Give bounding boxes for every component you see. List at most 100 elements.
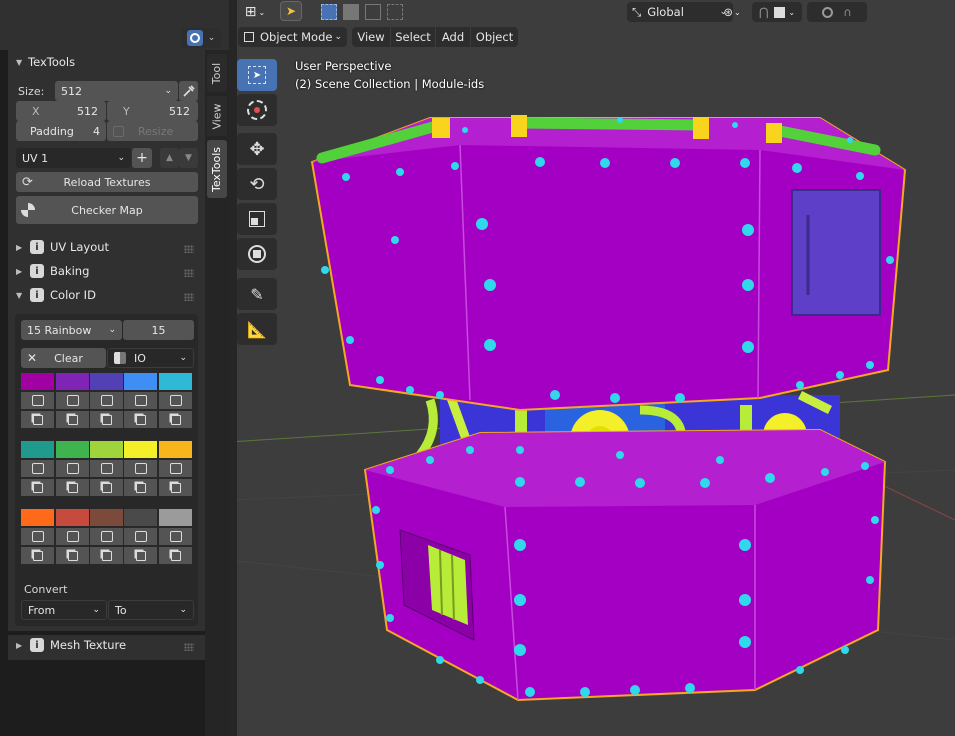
assign-color-button[interactable] xyxy=(90,528,123,545)
resize-button[interactable]: Resize xyxy=(107,121,198,141)
convert-to-dropdown[interactable]: To ⌄ xyxy=(108,600,194,620)
assign-color-button[interactable] xyxy=(21,528,54,545)
color-id-box: 15 Rainbow ⌄ 15 ✕ Clear IO ⌄ Convert Fro… xyxy=(15,314,198,626)
color-swatch[interactable] xyxy=(124,509,157,526)
color-swatch[interactable] xyxy=(56,373,89,390)
assign-color-button[interactable] xyxy=(124,392,157,409)
select-by-color-button[interactable] xyxy=(159,411,192,428)
palette-dropdown[interactable]: 15 Rainbow ⌄ xyxy=(21,320,122,340)
assign-color-button[interactable] xyxy=(159,460,192,477)
color-swatch[interactable] xyxy=(159,441,192,458)
eyedropper-button[interactable] xyxy=(179,81,198,101)
assign-color-button[interactable] xyxy=(56,528,89,545)
menu-view[interactable]: View xyxy=(352,27,390,47)
select-by-color-button[interactable] xyxy=(90,411,123,428)
tool-select-box[interactable]: ➤ xyxy=(237,59,277,91)
select-by-color-button[interactable] xyxy=(159,547,192,564)
select-by-color-button[interactable] xyxy=(56,547,89,564)
assign-color-button[interactable] xyxy=(56,392,89,409)
color-id-panel-header[interactable]: ▼ i Color ID xyxy=(16,287,200,303)
tool-rotate[interactable]: ⟲ xyxy=(237,168,277,200)
color-swatch[interactable] xyxy=(56,509,89,526)
add-uv-button[interactable]: + xyxy=(132,148,152,168)
color-swatch[interactable] xyxy=(90,509,123,526)
uv-layout-panel-header[interactable]: ▶ i UV Layout xyxy=(16,239,200,255)
menu-select[interactable]: Select xyxy=(391,27,435,47)
texttools-panel-header[interactable]: ▼ TexTools xyxy=(16,55,196,69)
select-tool-button[interactable]: ➤ xyxy=(280,1,302,21)
color-swatch[interactable] xyxy=(124,373,157,390)
drag-grip-icon[interactable] xyxy=(184,245,194,253)
select-by-color-button[interactable] xyxy=(124,411,157,428)
select-by-color-button[interactable] xyxy=(90,479,123,496)
y-value: 512 xyxy=(169,104,190,118)
uv-map-dropdown[interactable]: UV 1 ⌄ xyxy=(16,148,131,168)
mesh-texture-panel-header[interactable]: ▶ i Mesh Texture xyxy=(16,637,200,653)
chevron-down-icon: ⌄ xyxy=(788,7,796,17)
plus-icon: + xyxy=(136,150,148,166)
color-swatch[interactable] xyxy=(21,441,54,458)
tool-move[interactable]: ✥ xyxy=(237,133,277,165)
checker-map-button[interactable]: Checker Map xyxy=(16,196,198,224)
select-by-color-button[interactable] xyxy=(159,479,192,496)
color-swatch[interactable] xyxy=(90,373,123,390)
padding-field[interactable]: Padding 4 xyxy=(16,121,106,141)
pivot-point-dropdown[interactable]: ⊛ ⌄ xyxy=(715,2,749,22)
assign-color-button[interactable] xyxy=(159,528,192,545)
size-y-field[interactable]: Y 512 xyxy=(107,101,198,121)
tool-transform[interactable] xyxy=(237,238,277,270)
color-swatch[interactable] xyxy=(159,373,192,390)
color-swatch[interactable] xyxy=(21,509,54,526)
color-swatch[interactable] xyxy=(159,509,192,526)
clear-button[interactable]: ✕ Clear xyxy=(21,348,106,368)
color-count-field[interactable]: 15 xyxy=(123,320,194,340)
assign-color-button[interactable] xyxy=(124,460,157,477)
color-swatch[interactable] xyxy=(90,441,123,458)
menu-object[interactable]: Object xyxy=(471,27,518,47)
tab-tool[interactable]: Tool xyxy=(207,54,227,92)
drag-grip-icon[interactable] xyxy=(184,293,194,301)
select-mode-set[interactable] xyxy=(318,2,414,22)
menu-add[interactable]: Add xyxy=(436,27,470,47)
tab-view[interactable]: View xyxy=(207,96,227,136)
color-swatch[interactable] xyxy=(56,441,89,458)
select-by-color-button[interactable] xyxy=(21,411,54,428)
drag-grip-icon[interactable] xyxy=(184,269,194,277)
editor-type-button[interactable]: ⌄ xyxy=(181,28,221,48)
assign-color-button[interactable] xyxy=(90,392,123,409)
transform-pivot-button[interactable]: ⊞ ⌄ xyxy=(238,2,272,22)
tool-measure[interactable]: 📐 xyxy=(237,313,277,345)
select-by-color-button[interactable] xyxy=(56,479,89,496)
drag-grip-icon[interactable] xyxy=(184,643,194,651)
proportional-editing-group[interactable]: ∩ xyxy=(807,2,867,22)
io-mode-dropdown[interactable]: IO ⌄ xyxy=(107,348,194,368)
assign-color-button[interactable] xyxy=(159,392,192,409)
assign-color-button[interactable] xyxy=(21,392,54,409)
tool-scale[interactable] xyxy=(237,203,277,235)
select-by-color-button[interactable] xyxy=(124,479,157,496)
assign-color-button[interactable] xyxy=(56,460,89,477)
color-swatch[interactable] xyxy=(124,441,157,458)
size-dropdown[interactable]: 512 ⌄ xyxy=(55,81,178,101)
convert-from-dropdown[interactable]: From ⌄ xyxy=(21,600,107,620)
reload-textures-button[interactable]: ⟳ Reload Textures xyxy=(16,172,198,192)
assign-color-button[interactable] xyxy=(124,528,157,545)
move-uv-down-button[interactable]: ▼ xyxy=(179,148,198,168)
size-x-field[interactable]: X 512 xyxy=(16,101,106,121)
color-swatch[interactable] xyxy=(21,373,54,390)
assign-color-button[interactable] xyxy=(21,460,54,477)
select-by-color-button[interactable] xyxy=(56,411,89,428)
select-by-color-button[interactable] xyxy=(21,479,54,496)
tool-cursor[interactable] xyxy=(237,94,277,126)
snapping-group[interactable]: ⋂ ⌄ xyxy=(752,2,802,22)
baking-panel-header[interactable]: ▶ i Baking xyxy=(16,263,200,279)
select-by-color-button[interactable] xyxy=(21,547,54,564)
move-uv-up-button[interactable]: ▲ xyxy=(160,148,179,168)
select-by-color-button[interactable] xyxy=(124,547,157,564)
object-mode-dropdown[interactable]: Object Mode ⌄ xyxy=(238,27,347,47)
select-by-color-button[interactable] xyxy=(90,547,123,564)
assign-color-button[interactable] xyxy=(90,460,123,477)
3d-viewport[interactable]: ⊞ ⌄ ➤ ⤡ Global ⌄ ⊛ ⌄ ⋂ ⌄ ∩ Object Mode ⌄… xyxy=(229,0,955,736)
tab-textools[interactable]: TexTools xyxy=(207,140,227,198)
tool-annotate[interactable]: ✎ xyxy=(237,278,277,310)
